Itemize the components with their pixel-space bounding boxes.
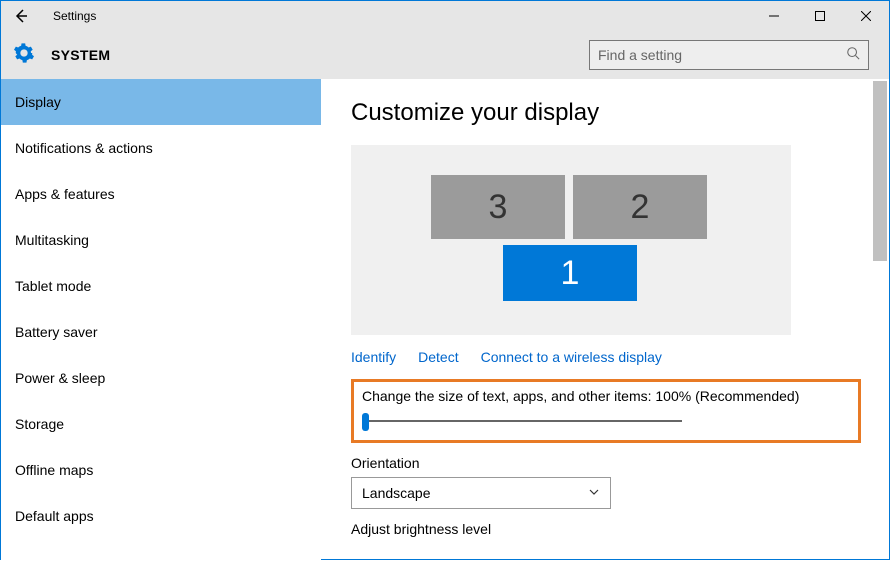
page-title: Customize your display bbox=[351, 99, 859, 127]
scrollbar[interactable] bbox=[873, 81, 887, 559]
sidebar-item-default-apps[interactable]: Default apps bbox=[1, 493, 321, 539]
maximize-icon bbox=[815, 11, 825, 21]
sidebar-item-display[interactable]: Display bbox=[1, 79, 321, 125]
search-box[interactable] bbox=[589, 40, 869, 70]
display-links: Identify Detect Connect to a wireless di… bbox=[351, 349, 859, 365]
gear-icon bbox=[13, 42, 35, 69]
brightness-label: Adjust brightness level bbox=[351, 521, 859, 537]
minimize-icon bbox=[769, 11, 779, 21]
orientation-label: Orientation bbox=[351, 455, 859, 471]
scale-highlight-box: Change the size of text, apps, and other… bbox=[351, 379, 861, 443]
orientation-select[interactable]: Landscape bbox=[351, 477, 611, 509]
close-button[interactable] bbox=[843, 1, 889, 31]
orientation-value: Landscape bbox=[362, 485, 431, 501]
slider-track bbox=[368, 420, 682, 422]
sidebar: Display Notifications & actions Apps & f… bbox=[1, 79, 321, 561]
monitor-1[interactable]: 1 bbox=[503, 245, 637, 301]
main-content: Customize your display 3 2 1 Identify De… bbox=[321, 79, 889, 561]
titlebar: Settings bbox=[1, 1, 889, 31]
scale-label: Change the size of text, apps, and other… bbox=[362, 388, 850, 404]
sidebar-item-battery-saver[interactable]: Battery saver bbox=[1, 309, 321, 355]
chevron-down-icon bbox=[588, 485, 600, 501]
monitor-3[interactable]: 3 bbox=[431, 175, 565, 239]
minimize-button[interactable] bbox=[751, 1, 797, 31]
monitor-2[interactable]: 2 bbox=[573, 175, 707, 239]
sidebar-item-multitasking[interactable]: Multitasking bbox=[1, 217, 321, 263]
window-controls bbox=[751, 1, 889, 31]
search-icon bbox=[846, 46, 860, 65]
sidebar-item-tablet-mode[interactable]: Tablet mode bbox=[1, 263, 321, 309]
detect-link[interactable]: Detect bbox=[418, 349, 458, 365]
scrollbar-thumb[interactable] bbox=[873, 81, 887, 261]
sidebar-item-power-sleep[interactable]: Power & sleep bbox=[1, 355, 321, 401]
section-label: SYSTEM bbox=[51, 47, 110, 63]
window-title: Settings bbox=[53, 9, 96, 23]
sidebar-item-apps-features[interactable]: Apps & features bbox=[1, 171, 321, 217]
header: SYSTEM bbox=[1, 31, 889, 79]
back-button[interactable] bbox=[1, 1, 41, 31]
close-icon bbox=[861, 11, 871, 21]
sidebar-item-offline-maps[interactable]: Offline maps bbox=[1, 447, 321, 493]
identify-link[interactable]: Identify bbox=[351, 349, 396, 365]
search-input[interactable] bbox=[598, 47, 846, 63]
sidebar-item-storage[interactable]: Storage bbox=[1, 401, 321, 447]
display-arrangement[interactable]: 3 2 1 bbox=[351, 145, 791, 335]
maximize-button[interactable] bbox=[797, 1, 843, 31]
slider-thumb[interactable] bbox=[362, 413, 369, 431]
scale-slider[interactable] bbox=[362, 412, 682, 430]
arrow-left-icon bbox=[13, 8, 29, 24]
connect-wireless-link[interactable]: Connect to a wireless display bbox=[481, 349, 662, 365]
sidebar-item-notifications[interactable]: Notifications & actions bbox=[1, 125, 321, 171]
